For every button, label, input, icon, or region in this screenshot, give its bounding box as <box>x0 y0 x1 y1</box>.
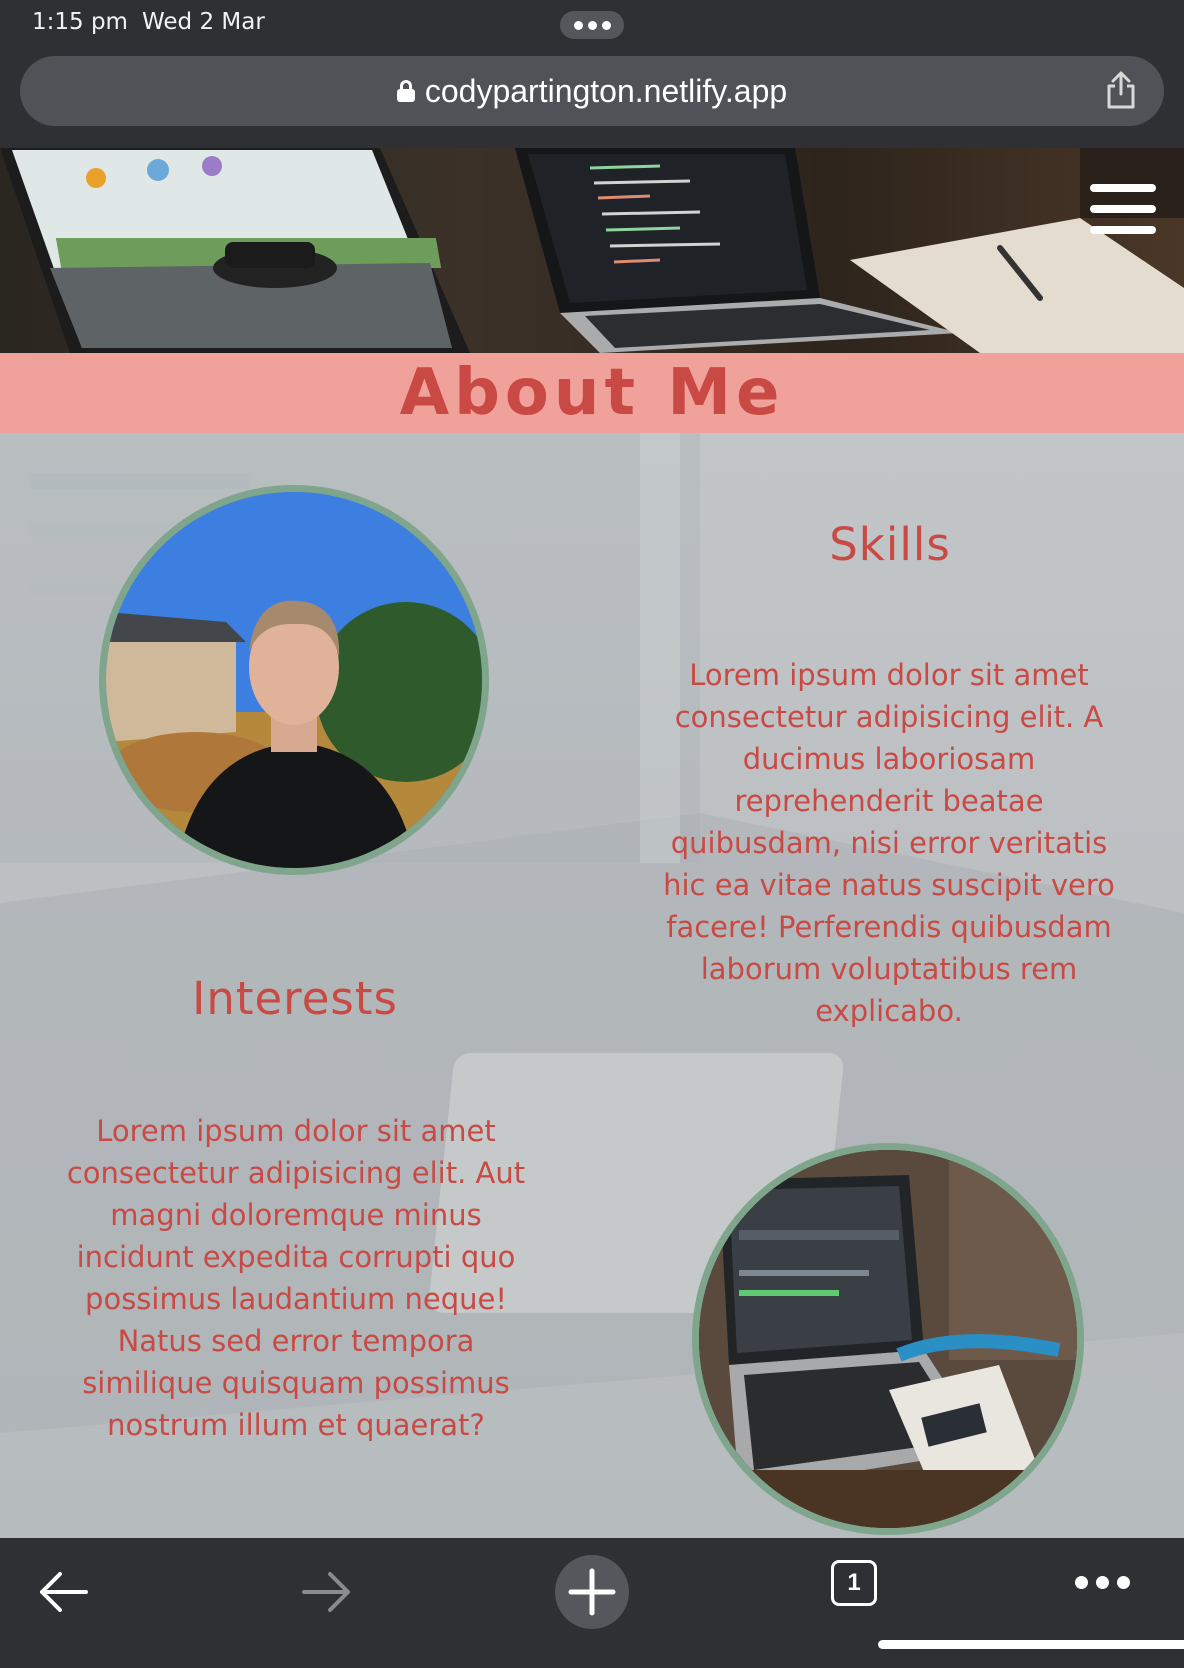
about-title: About Me <box>399 356 785 430</box>
url-text: codypartington.netlify.app <box>424 72 788 109</box>
home-indicator[interactable] <box>878 1640 1184 1649</box>
more-dots-icon[interactable] <box>1075 1576 1135 1600</box>
skills-heading: Skills <box>829 518 951 572</box>
interests-heading: Interests <box>192 972 398 1026</box>
back-arrow-icon[interactable] <box>34 1562 94 1622</box>
about-content-section: Skills Lorem ipsum dolor sit amet consec… <box>0 433 1184 1538</box>
hamburger-menu-icon[interactable] <box>1090 184 1156 234</box>
skills-text: Lorem ipsum dolor sit amet consectetur a… <box>663 658 1115 1028</box>
status-time: 1:15 pm <box>32 9 128 35</box>
hero-banner-image <box>0 148 1184 353</box>
new-tab-button[interactable] <box>555 1555 629 1629</box>
status-date: Wed 2 Mar <box>142 9 265 35</box>
plus-icon <box>568 1568 616 1616</box>
workspace-photo <box>692 1143 1084 1535</box>
forward-arrow-icon[interactable] <box>296 1562 356 1622</box>
share-icon[interactable] <box>1104 70 1138 110</box>
desk-laptops-illustration <box>0 148 1184 353</box>
lock-icon <box>396 80 415 102</box>
multitasking-dots-icon[interactable] <box>560 11 624 39</box>
status-bar: 1:15 pm Wed 2 Mar <box>0 0 1184 50</box>
tabs-button[interactable]: 1 <box>831 1560 881 1610</box>
tab-count: 1 <box>831 1560 877 1606</box>
address-bar[interactable]: codypartington.netlify.app <box>20 56 1164 126</box>
browser-address-area: codypartington.netlify.app <box>0 50 1184 148</box>
profile-photo <box>99 485 489 875</box>
interests-text: Lorem ipsum dolor sit amet consectetur a… <box>66 1114 526 1442</box>
about-banner: About Me <box>0 353 1184 433</box>
